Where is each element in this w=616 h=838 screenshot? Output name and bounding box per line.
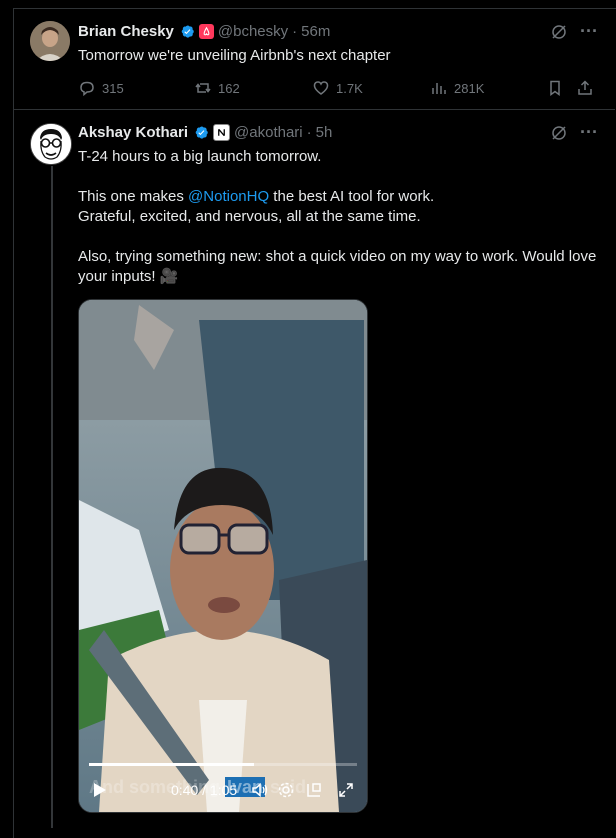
video-progress-fill	[89, 763, 254, 766]
tweet[interactable]: Akshay Kothari @akothari · 5h ··· T-24 h…	[14, 110, 615, 828]
video-controls: 0:40 / 1:05	[79, 768, 367, 812]
avatar[interactable]	[30, 123, 72, 165]
share-icon	[578, 80, 592, 95]
author-handle[interactable]: @akothari	[234, 124, 303, 141]
author-handle[interactable]: @bchesky	[218, 23, 288, 40]
views-button[interactable]: 281K	[430, 79, 484, 97]
tweet-actions: 315 162 1.7K 281K	[78, 79, 602, 99]
repost-icon	[195, 83, 211, 93]
fullscreen-icon[interactable]	[337, 781, 355, 802]
settings-icon[interactable]	[277, 781, 295, 802]
play-icon[interactable]	[93, 782, 107, 801]
repost-button[interactable]: 162	[194, 79, 240, 97]
tweet-text-line2: This one makes @NotionHQ the best AI too…	[78, 187, 598, 207]
more-icon[interactable]: ···	[580, 122, 598, 143]
video-progress-track[interactable]	[89, 763, 357, 766]
text-segment: This one makes	[78, 188, 189, 205]
reply-button[interactable]: 315	[78, 79, 124, 97]
verified-badge-icon	[181, 25, 194, 38]
views-count: 281K	[454, 80, 485, 96]
text-segment: the best AI tool for work.	[269, 188, 435, 205]
like-count: 1.7K	[336, 80, 363, 96]
verified-badge-icon	[195, 126, 208, 139]
author-name[interactable]: Akshay Kothari	[78, 124, 188, 141]
separator: ·	[292, 23, 298, 40]
airbnb-affiliate-icon	[198, 24, 214, 39]
volume-icon[interactable]	[251, 781, 269, 802]
share-button[interactable]	[576, 79, 594, 97]
video-frame	[79, 300, 367, 812]
views-icon	[432, 83, 446, 94]
more-icon[interactable]: ···	[580, 21, 598, 42]
separator: ·	[306, 124, 312, 141]
repost-count: 162	[218, 80, 240, 96]
bookmark-button[interactable]	[546, 79, 564, 97]
tweet-text-line1: T-24 hours to a big launch tomorrow.	[78, 148, 322, 165]
picture-in-picture-icon[interactable]	[305, 781, 323, 802]
grok-icon[interactable]	[550, 23, 568, 41]
reply-count: 315	[102, 80, 124, 96]
mention-link[interactable]: @NotionHQ	[188, 188, 269, 205]
video-time: 0:40 / 1:05	[171, 782, 238, 798]
thread-line	[51, 166, 53, 828]
like-button[interactable]: 1.7K	[312, 79, 363, 97]
timestamp[interactable]: 5h	[316, 124, 333, 141]
author-name[interactable]: Brian Chesky	[78, 23, 174, 40]
tweet-text-line4: Also, trying something new: shot a quick…	[78, 248, 597, 285]
tweet-text: Tomorrow we're unveiling Airbnb's next c…	[78, 47, 391, 64]
avatar[interactable]	[30, 21, 70, 61]
bookmark-icon	[550, 80, 560, 96]
reply-icon	[80, 81, 94, 97]
notion-affiliate-icon	[213, 124, 231, 141]
tweet[interactable]: Brian Chesky @bchesky · 56m ··· Tomorrow…	[14, 9, 615, 110]
grok-icon[interactable]	[550, 124, 568, 142]
video-player[interactable]: And something Ivan said 0:40 / 1:05	[78, 299, 368, 813]
tweet-text-line3: Grateful, excited, and nervous, all at t…	[78, 208, 421, 225]
heart-icon	[313, 81, 329, 95]
timestamp[interactable]: 56m	[301, 23, 330, 40]
